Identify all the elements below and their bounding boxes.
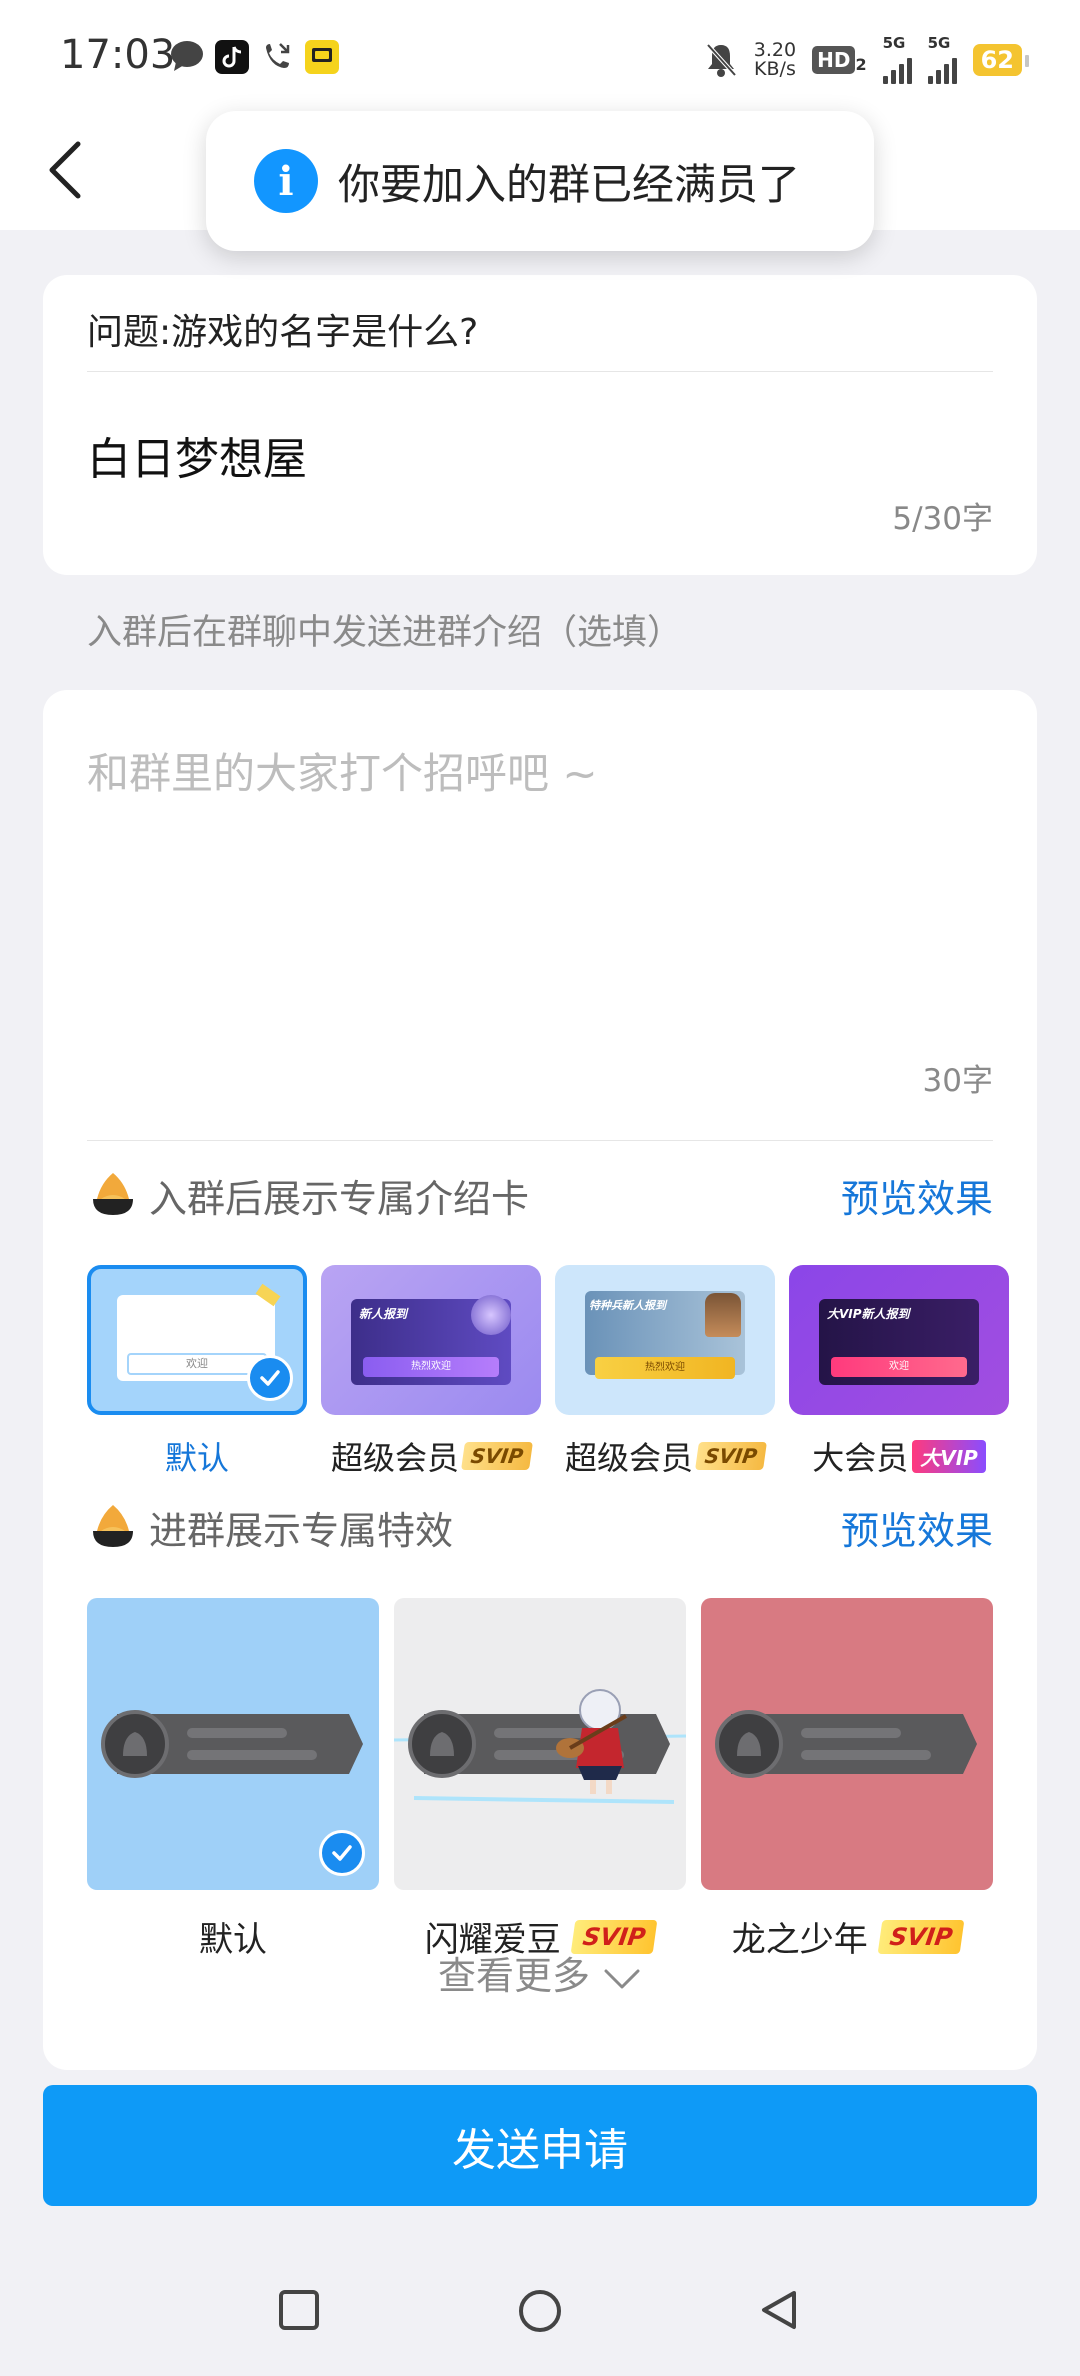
- intro-card-label: 大会员 大VIP: [789, 1433, 1009, 1479]
- signal-strength-2: 5G: [927, 36, 957, 84]
- effect-option-svip-dragon[interactable]: 龙之少年 SVIP: [701, 1598, 993, 1961]
- see-more-link[interactable]: 查看更多: [43, 1945, 1037, 2000]
- effects-title: 进群展示专属特效: [149, 1508, 454, 1553]
- entrance-banner-icon: [394, 1689, 686, 1804]
- intro-section-label: 入群后在群聊中发送进群介绍（选填）: [87, 613, 683, 653]
- tiktok-icon: [215, 40, 249, 74]
- crown-icon: [93, 1173, 133, 1215]
- effect-thumb: [701, 1598, 993, 1890]
- intro-card-option-default[interactable]: 欢迎 默认: [87, 1265, 307, 1479]
- signal-strength-1: 5G: [882, 36, 912, 84]
- info-icon: i: [254, 149, 318, 213]
- intro-card-thumb: 大VIP新人报到 欢迎: [789, 1265, 1009, 1415]
- system-nav-bar: [0, 2255, 1080, 2376]
- back-arrow-icon[interactable]: [30, 130, 110, 210]
- send-request-button[interactable]: 发送申请: [43, 2085, 1037, 2206]
- intro-card-option-svip-2[interactable]: 特种兵新人报到 热烈欢迎 超级会员 SVIP: [555, 1265, 775, 1479]
- check-icon: [247, 1355, 293, 1401]
- intro-card-label: 超级会员 SVIP: [555, 1433, 775, 1479]
- intro-card-option-svip-1[interactable]: 新人报到 热烈欢迎 超级会员 SVIP: [321, 1265, 541, 1479]
- chevron-down-icon: [604, 1969, 640, 1988]
- intro-cards-preview-link[interactable]: 预览效果: [841, 1168, 993, 1223]
- back-nav-icon[interactable]: [756, 2287, 802, 2333]
- entrance-banner-icon: [715, 1710, 977, 1778]
- effect-thumb: [394, 1598, 686, 1890]
- intro-char-counter: 30字: [922, 1063, 993, 1099]
- hd-voice-badge: HD 2: [812, 46, 867, 74]
- intro-card-label: 默认: [164, 1439, 229, 1477]
- toast-notification: i 你要加入的群已经满员了: [206, 111, 874, 251]
- status-time: 17:03: [60, 32, 176, 78]
- intro-card-label: 超级会员 SVIP: [321, 1433, 541, 1479]
- intro-card-thumb: 欢迎: [87, 1265, 307, 1415]
- check-icon: [319, 1830, 365, 1876]
- network-speed: 3.20 KB/s: [754, 41, 796, 79]
- divider: [87, 1140, 993, 1141]
- app-notification-icon: [305, 40, 339, 74]
- effect-option-default[interactable]: 默认: [87, 1598, 379, 1961]
- effect-thumb: [87, 1598, 379, 1890]
- toast-message: 你要加入的群已经满员了: [338, 159, 801, 209]
- intro-card-list: 欢迎 默认 新人报到 热烈欢迎 超级会员 SVIP 特种兵新人报到 热烈欢迎 超…: [87, 1265, 1037, 1485]
- status-bar: 17:03 3.20 KB/s HD 2 5G 5G 62: [0, 0, 1080, 110]
- question-card: 问题:游戏的名字是什么? 白日梦想屋 5/30字: [43, 275, 1037, 575]
- recent-apps-icon[interactable]: [276, 2287, 322, 2333]
- answer-char-counter: 5/30字: [892, 501, 993, 537]
- intro-card-thumb: 特种兵新人报到 热烈欢迎: [555, 1265, 775, 1415]
- intro-card-option-bigvip[interactable]: 大VIP新人报到 欢迎 大会员 大VIP: [789, 1265, 1009, 1479]
- answer-input[interactable]: 白日梦想屋: [87, 423, 307, 487]
- intro-card-thumb: 新人报到 热烈欢迎: [321, 1265, 541, 1415]
- intro-card: 和群里的大家打个招呼吧 ~ 30字 入群后展示专属介绍卡 预览效果 欢迎 默认: [43, 690, 1037, 2070]
- effect-option-svip-idol[interactable]: 闪耀爱豆 SVIP: [394, 1598, 686, 1961]
- crown-icon: [93, 1505, 133, 1547]
- question-title: 问题:游戏的名字是什么?: [87, 312, 479, 353]
- home-icon[interactable]: [516, 2287, 564, 2335]
- effects-preview-link[interactable]: 预览效果: [841, 1500, 993, 1555]
- mute-bell-icon: [706, 43, 737, 77]
- intro-card-thumb-text: 欢迎: [127, 1353, 267, 1375]
- divider: [87, 371, 993, 372]
- bigvip-badge: 大VIP: [912, 1439, 986, 1473]
- intro-cards-header: 入群后展示专属介绍卡 预览效果: [87, 1160, 993, 1230]
- intro-textarea[interactable]: 和群里的大家打个招呼吧 ~: [87, 740, 598, 801]
- missed-call-icon: [266, 43, 290, 68]
- message-notification-icon: [171, 41, 203, 71]
- effects-header: 进群展示专属特效 预览效果: [87, 1492, 993, 1562]
- svip-badge: SVIP: [461, 1442, 533, 1470]
- svip-badge: SVIP: [695, 1442, 767, 1470]
- intro-cards-title: 入群后展示专属介绍卡: [149, 1176, 530, 1221]
- battery-indicator: 62: [972, 44, 1030, 76]
- network-speed-unit: KB/s: [754, 58, 796, 80]
